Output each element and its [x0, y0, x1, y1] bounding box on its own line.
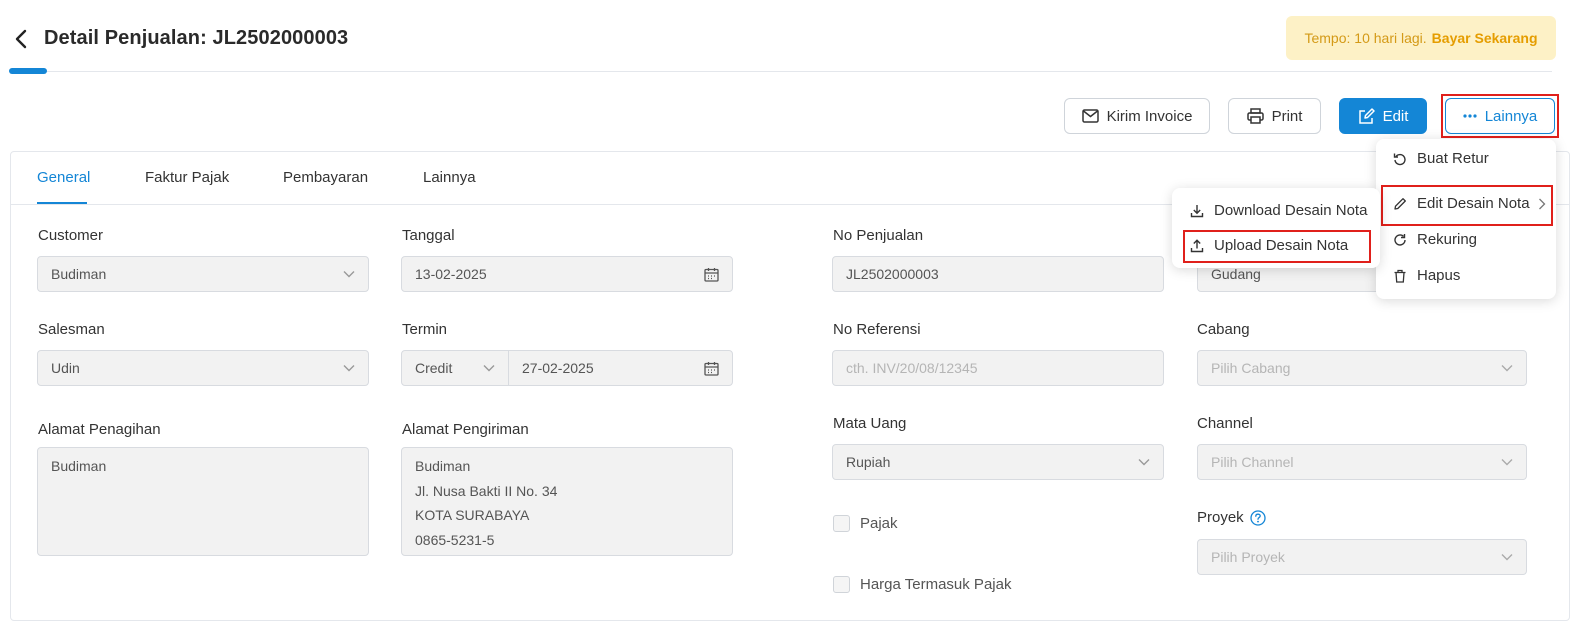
submenu-item-download-desain-nota[interactable]: Download Desain Nota	[1190, 202, 1367, 219]
no-referensi-placeholder: cth. INV/20/08/12345	[846, 360, 978, 376]
termin-type-select[interactable]: Credit	[401, 350, 509, 386]
pay-now-link[interactable]: Bayar Sekarang	[1432, 30, 1538, 46]
chevron-down-icon	[1501, 459, 1513, 466]
tab-general[interactable]: General	[37, 169, 90, 186]
more-label: Lainnya	[1484, 107, 1538, 125]
download-icon	[1190, 204, 1204, 217]
buat-retur-label: Buat Retur	[1417, 150, 1489, 167]
edit-button[interactable]: Edit	[1339, 98, 1427, 134]
salesman-select[interactable]: Udin	[37, 350, 369, 386]
alamat-penagihan-line: Budiman	[51, 458, 107, 474]
chevron-down-icon	[1138, 459, 1150, 466]
proyek-label: Proyek	[1197, 509, 1244, 526]
header-accent-bar	[9, 68, 47, 74]
pajak-label: Pajak	[860, 515, 898, 532]
print-label: Print	[1271, 107, 1303, 125]
no-penjualan-value: JL2502000003	[846, 266, 939, 282]
tanggal-value: 13-02-2025	[415, 266, 487, 282]
chevron-down-icon	[483, 365, 495, 372]
cabang-select[interactable]: Pilih Cabang	[1197, 350, 1527, 386]
channel-label: Channel	[1197, 415, 1253, 432]
pajak-checkbox[interactable]	[833, 515, 850, 532]
trash-icon	[1394, 269, 1406, 283]
menu-item-rekuring[interactable]: Rekuring	[1393, 231, 1477, 248]
tab-pembayaran[interactable]: Pembayaran	[283, 169, 368, 186]
more-button[interactable]: Lainnya	[1445, 98, 1555, 134]
download-desain-nota-label: Download Desain Nota	[1214, 202, 1368, 219]
send-invoice-label: Kirim Invoice	[1106, 107, 1193, 125]
hapus-label: Hapus	[1417, 267, 1461, 284]
calendar-icon	[704, 361, 719, 376]
harga-termasuk-pajak-checkbox[interactable]	[833, 576, 850, 593]
alamat-penagihan-field[interactable]: Budiman	[37, 447, 369, 556]
calendar-icon	[704, 267, 719, 282]
termin-type-value: Credit	[415, 360, 453, 376]
alamat-pengiriman-line: KOTA SURABAYA	[415, 507, 530, 523]
channel-select[interactable]: Pilih Channel	[1197, 444, 1527, 480]
edit-icon	[1358, 107, 1375, 124]
menu-item-hapus[interactable]: Hapus	[1393, 267, 1460, 284]
active-tab-indicator	[37, 202, 87, 204]
termin-date-value: 27-02-2025	[522, 360, 594, 376]
alamat-pengiriman-line: Budiman	[415, 458, 471, 474]
harga-termasuk-pajak-label: Harga Termasuk Pajak	[860, 576, 1012, 593]
help-icon[interactable]	[1250, 509, 1266, 526]
header-divider	[10, 71, 1552, 72]
chevron-down-icon	[1501, 365, 1513, 372]
chevron-down-icon	[1501, 554, 1513, 561]
chevron-down-icon	[343, 365, 355, 372]
edit-label: Edit	[1382, 107, 1409, 125]
page-title: Detail Penjualan: JL2502000003	[44, 27, 349, 49]
cabang-placeholder: Pilih Cabang	[1211, 360, 1291, 376]
alamat-penagihan-label: Alamat Penagihan	[38, 421, 161, 438]
no-referensi-input[interactable]: cth. INV/20/08/12345	[832, 350, 1164, 386]
tab-lainnya[interactable]: Lainnya	[423, 169, 476, 186]
mata-uang-select[interactable]: Rupiah	[832, 444, 1164, 480]
printer-icon	[1246, 108, 1264, 124]
cabang-label: Cabang	[1197, 321, 1250, 338]
no-penjualan-field[interactable]: JL2502000003	[832, 256, 1164, 292]
salesman-label: Salesman	[38, 321, 105, 338]
mata-uang-value: Rupiah	[846, 454, 891, 470]
banner-text: Tempo: 10 hari lagi.	[1304, 30, 1427, 46]
chevron-down-icon	[343, 271, 355, 278]
ellipsis-icon	[1463, 114, 1477, 118]
channel-placeholder: Pilih Channel	[1211, 454, 1294, 470]
customer-value: Budiman	[51, 266, 107, 282]
back-icon	[15, 29, 27, 49]
customer-select[interactable]: Budiman	[37, 256, 369, 292]
print-button[interactable]: Print	[1228, 98, 1321, 134]
termin-date-picker[interactable]: 27-02-2025	[508, 350, 733, 386]
edit-desain-nota-highlight	[1381, 185, 1553, 226]
alamat-pengiriman-line: 0865-5231-5	[415, 531, 495, 548]
upload-desain-nota-highlight	[1183, 230, 1371, 263]
proyek-placeholder: Pilih Proyek	[1211, 549, 1285, 565]
send-invoice-button[interactable]: Kirim Invoice	[1064, 98, 1210, 134]
proyek-select[interactable]: Pilih Proyek	[1197, 539, 1527, 575]
alamat-pengiriman-line: Jl. Nusa Bakti II No. 34	[415, 482, 558, 499]
salesman-value: Udin	[51, 360, 80, 376]
payment-due-banner: Tempo: 10 hari lagi. Bayar Sekarang	[1286, 16, 1556, 60]
mata-uang-label: Mata Uang	[833, 415, 907, 432]
back-button[interactable]	[10, 26, 32, 52]
tanggal-label: Tanggal	[402, 227, 455, 244]
rekuring-label: Rekuring	[1417, 231, 1478, 248]
menu-item-buat-retur[interactable]: Buat Retur	[1393, 150, 1489, 167]
undo-icon	[1393, 153, 1406, 165]
proyek-label-group: Proyek	[1197, 509, 1266, 526]
termin-label: Termin	[402, 321, 448, 338]
alamat-pengiriman-label: Alamat Pengiriman	[402, 421, 529, 438]
no-penjualan-label: No Penjualan	[833, 227, 924, 244]
gudang-value: Gudang	[1211, 266, 1261, 282]
no-referensi-label: No Referensi	[833, 321, 921, 338]
customer-label: Customer	[38, 227, 104, 244]
tanggal-datepicker[interactable]: 13-02-2025	[401, 256, 733, 292]
mail-icon	[1081, 109, 1099, 123]
tab-faktur-pajak[interactable]: Faktur Pajak	[145, 169, 229, 186]
refresh-icon	[1394, 233, 1406, 246]
alamat-pengiriman-field[interactable]: Budiman Jl. Nusa Bakti II No. 34 KOTA SU…	[401, 447, 733, 556]
